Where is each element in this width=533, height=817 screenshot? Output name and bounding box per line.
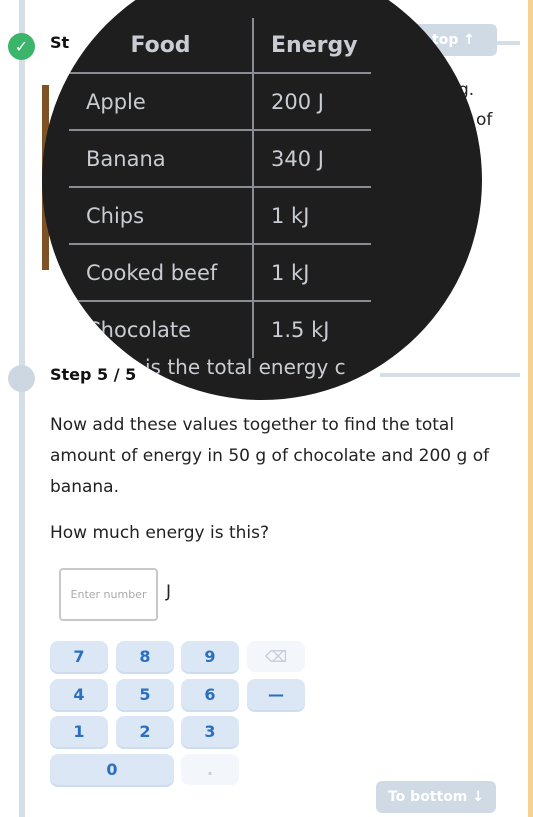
arrow-down-icon: ↓ [472, 789, 485, 805]
key-0[interactable]: 0 [50, 754, 174, 785]
magnifier: Food Energy Apple 200 J Banana 340 J Chips… [42, 0, 482, 400]
key-8[interactable]: 8 [116, 641, 174, 672]
table-row: Banana 340 J [69, 129, 371, 187]
table-row: Apple 200 J [69, 73, 371, 130]
key-2[interactable]: 2 [116, 716, 174, 747]
step-title: Step 5 / 5 [50, 365, 137, 384]
to-bottom-label: To bottom [387, 789, 468, 805]
text-fragment: of [476, 110, 493, 130]
key-5[interactable]: 5 [116, 679, 174, 710]
prev-step-title: St [50, 33, 70, 52]
energy-cell: 1 kJ [253, 243, 371, 301]
key-1[interactable]: 1 [50, 716, 108, 747]
key-9[interactable]: 9 [181, 641, 239, 672]
backspace-key[interactable]: ⌫ [247, 641, 305, 672]
backspace-icon: ⌫ [264, 647, 288, 666]
step-rail [19, 0, 25, 817]
key-6[interactable]: 6 [181, 679, 239, 710]
energy-cell: 200 J [271, 89, 324, 114]
step-pending-dot [8, 365, 35, 392]
key-4[interactable]: 4 [50, 679, 108, 710]
food-cell: Cooked beef [69, 243, 254, 301]
key-decimal[interactable]: . [181, 754, 239, 785]
energy-cell: 1 kJ [253, 186, 371, 244]
column-header: Energy [253, 18, 371, 74]
food-cell: Chips [69, 186, 254, 244]
food-cell: Banana [69, 129, 254, 187]
right-accent-bar [528, 0, 533, 817]
key-7[interactable]: 7 [50, 641, 108, 672]
food-cell: Chocolate [69, 300, 254, 358]
table-row: Chips 1 kJ [69, 186, 371, 244]
question-prompt: How much energy is this? [50, 523, 270, 543]
energy-table: Food Energy Apple 200 J Banana 340 J Chips… [69, 18, 371, 358]
arrow-up-icon: ↑ [463, 32, 475, 48]
key-3[interactable]: 3 [181, 716, 239, 747]
column-header: Food [69, 18, 254, 74]
key-minus[interactable]: — [247, 679, 305, 710]
divider [380, 373, 520, 377]
table-row: Chocolate 1.5 kJ [69, 300, 371, 358]
magnified-step-title: is the total energy c [145, 355, 346, 379]
instruction-text: Now add these values together to find th… [50, 415, 490, 497]
answer-input[interactable]: Enter number [59, 568, 158, 621]
energy-cell: 1.5 kJ [253, 300, 371, 358]
unit-label: J [166, 582, 172, 602]
food-cell: Apple [69, 73, 254, 130]
to-bottom-button[interactable]: To bottom ↓ [376, 781, 496, 813]
energy-cell: 340 J [253, 129, 371, 187]
table-row: Cooked beef 1 kJ [69, 243, 371, 301]
step-complete-check-icon: ✓ [8, 33, 35, 60]
